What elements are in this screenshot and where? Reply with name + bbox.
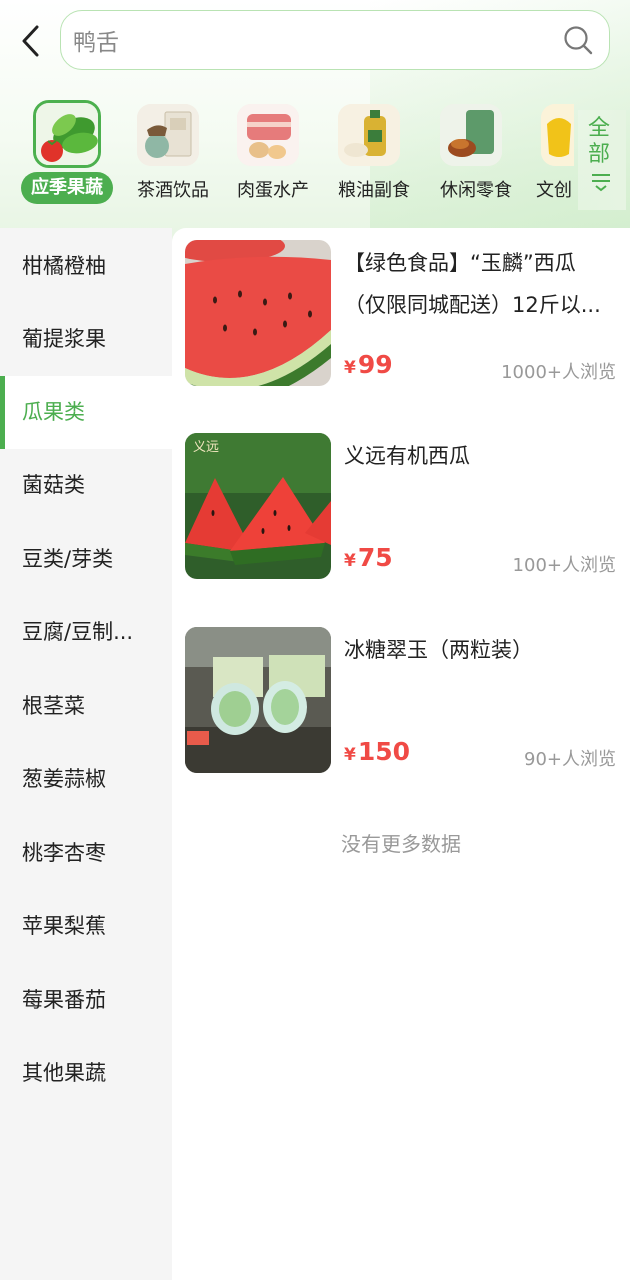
snack-icon (440, 104, 502, 166)
product-image-watermelon (185, 240, 331, 386)
view-count: 90+人浏览 (524, 749, 616, 770)
category-label: 肉蛋水产 (237, 180, 309, 201)
sidebar-item-roots[interactable]: 根茎菜 (0, 670, 172, 743)
brand-watermark: 义远 (193, 440, 219, 455)
product-card[interactable]: 【绿色食品】“玉麟”西瓜（仅限同城配送）12斤以... ¥99 1000+人浏览 (172, 240, 630, 390)
sidebar-item-mushrooms[interactable]: 菌菇类 (0, 449, 172, 522)
search-icon[interactable] (563, 25, 593, 55)
category-strip: 应季果蔬 茶酒饮品 肉蛋水产 粮油副食 休闲零食 文创 (0, 96, 630, 216)
product-image-organic-watermelon: 义远 (185, 433, 331, 579)
product-image-melon-boxes (185, 627, 331, 773)
price-value: 150 (357, 737, 411, 766)
currency-symbol: ¥ (344, 551, 356, 571)
sidebar-item-beans[interactable]: 豆类/芽类 (0, 523, 172, 596)
category-label: 茶酒饮品 (137, 180, 209, 201)
category-item-culture[interactable]: 文创 (526, 96, 574, 208)
sidebar-item-melons[interactable]: 瓜果类 (0, 376, 172, 449)
view-count: 100+人浏览 (512, 555, 616, 576)
product-price: ¥75 (344, 543, 393, 572)
product-price: ¥150 (344, 737, 410, 766)
meat-icon (237, 104, 299, 166)
category-item-snack[interactable]: 休闲零食 (425, 96, 527, 208)
all-categories-button[interactable]: 全部 (578, 110, 626, 210)
back-button[interactable] (14, 22, 48, 60)
sidebar-item-apples[interactable]: 苹果梨蕉 (0, 890, 172, 963)
oil-icon (338, 104, 400, 166)
end-of-list-text: 没有更多数据 (341, 832, 461, 856)
search-box[interactable] (60, 10, 610, 70)
sidebar-item-citrus[interactable]: 柑橘橙柚 (0, 230, 172, 303)
product-card[interactable]: 义远 义远有机西瓜 ¥75 100+人浏览 (172, 433, 630, 583)
sidebar-item-aromatics[interactable]: 葱姜蒜椒 (0, 743, 172, 816)
sidebar-item-tomatoes[interactable]: 莓果番茄 (0, 964, 172, 1037)
category-label: 文创 (536, 180, 572, 201)
sidebar-item-tofu[interactable]: 豆腐/豆制... (0, 596, 172, 669)
vegetable-icon (33, 100, 101, 168)
category-label: 休闲零食 (440, 180, 512, 201)
filter-lines-icon (592, 174, 610, 192)
category-item-grain[interactable]: 粮油副食 (323, 96, 425, 208)
price-value: 99 (357, 350, 393, 379)
product-card[interactable]: 冰糖翠玉（两粒装） ¥150 90+人浏览 (172, 627, 630, 777)
product-title: 【绿色食品】“玉麟”西瓜（仅限同城配送）12斤以... (344, 251, 601, 317)
view-count: 1000+人浏览 (501, 362, 616, 383)
category-item-meat[interactable]: 肉蛋水产 (222, 96, 324, 208)
product-list: 【绿色食品】“玉麟”西瓜（仅限同城配送）12斤以... ¥99 1000+人浏览… (172, 228, 630, 1280)
product-price: ¥99 (344, 350, 393, 379)
product-title: 义远有机西瓜 (344, 444, 470, 468)
category-label: 应季果蔬 (21, 172, 113, 204)
subcategory-sidebar: 柑橘橙柚 葡提浆果 瓜果类 菌菇类 豆类/芽类 豆腐/豆制... 根茎菜 葱姜蒜… (0, 228, 172, 1280)
category-item-seasonal[interactable]: 应季果蔬 (21, 96, 123, 208)
price-value: 75 (357, 543, 393, 572)
category-label: 粮油副食 (338, 180, 410, 201)
tea-icon (137, 104, 199, 166)
search-input[interactable] (73, 17, 543, 63)
chevron-left-icon (22, 25, 39, 57)
all-categories-label: 全部 (588, 116, 611, 167)
category-item-tea[interactable]: 茶酒饮品 (119, 96, 221, 208)
product-title: 冰糖翠玉（两粒装） (344, 638, 533, 662)
currency-symbol: ¥ (344, 745, 356, 765)
sidebar-item-stone-fruit[interactable]: 桃李杏枣 (0, 817, 172, 890)
gift-icon (541, 104, 574, 166)
sidebar-item-other[interactable]: 其他果蔬 (0, 1037, 172, 1110)
currency-symbol: ¥ (344, 358, 356, 378)
sidebar-item-berries[interactable]: 葡提浆果 (0, 303, 172, 376)
